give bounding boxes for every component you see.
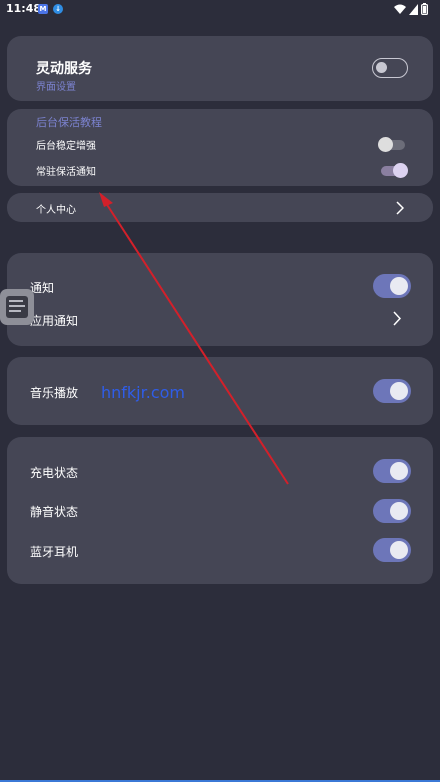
dynamic-service-title: 灵动服务 <box>36 61 92 77</box>
notify-toggle[interactable] <box>373 274 411 298</box>
floating-window-button[interactable] <box>0 289 34 325</box>
mute-label: 静音状态 <box>30 505 79 519</box>
toggle-knob <box>376 62 387 73</box>
status-bar: 11:48 M ↓ <box>0 0 440 18</box>
resident-notify-label: 常驻保活通知 <box>36 167 96 178</box>
status-time: 11:48 <box>6 2 42 15</box>
app-notification-label: 应用通知 <box>30 314 79 328</box>
personal-center-row[interactable]: 个人中心 <box>7 193 433 222</box>
status-card: 充电状态 静音状态 蓝牙耳机 <box>7 437 433 584</box>
personal-center-label: 个人中心 <box>36 205 76 216</box>
download-notification-icon: ↓ <box>53 4 63 14</box>
app-notification-row[interactable]: 应用通知 <box>7 305 433 333</box>
toggle-knob <box>390 277 408 295</box>
chevron-right-icon <box>396 201 404 215</box>
watermark-text: hnfkjr.com <box>101 383 185 402</box>
notification-card: 通知 应用通知 <box>7 253 433 346</box>
status-icons <box>394 3 428 15</box>
battery-icon <box>421 3 428 15</box>
toggle-knob <box>390 502 408 520</box>
background-stable-toggle[interactable] <box>378 137 405 152</box>
charging-label: 充电状态 <box>30 466 79 480</box>
music-card: 音乐播放 <box>7 357 433 425</box>
background-keep-card: 后台保活教程 后台稳定增强 常驻保活通知 <box>7 109 433 186</box>
music-label: 音乐播放 <box>30 386 79 400</box>
toggle-knob <box>390 382 408 400</box>
app-notification-icon: M <box>38 4 48 14</box>
bluetooth-label: 蓝牙耳机 <box>30 545 79 559</box>
chevron-right-icon <box>393 311 401 326</box>
background-stable-label: 后台稳定增强 <box>36 141 96 152</box>
toggle-knob <box>393 163 408 178</box>
charging-toggle[interactable] <box>373 459 411 483</box>
dynamic-service-card[interactable]: 灵动服务 界面设置 <box>7 36 433 101</box>
toggle-knob <box>390 462 408 480</box>
dynamic-service-subtitle[interactable]: 界面设置 <box>36 78 76 93</box>
background-keep-heading[interactable]: 后台保活教程 <box>36 114 102 130</box>
dynamic-service-toggle[interactable] <box>372 58 408 78</box>
resident-notify-toggle[interactable] <box>381 163 408 178</box>
signal-icon <box>409 3 418 15</box>
toggle-knob <box>378 137 393 152</box>
floating-window-icon <box>6 296 28 318</box>
mute-toggle[interactable] <box>373 499 411 523</box>
bluetooth-toggle[interactable] <box>373 538 411 562</box>
toggle-knob <box>390 541 408 559</box>
music-toggle[interactable] <box>373 379 411 403</box>
wifi-icon <box>394 4 406 14</box>
